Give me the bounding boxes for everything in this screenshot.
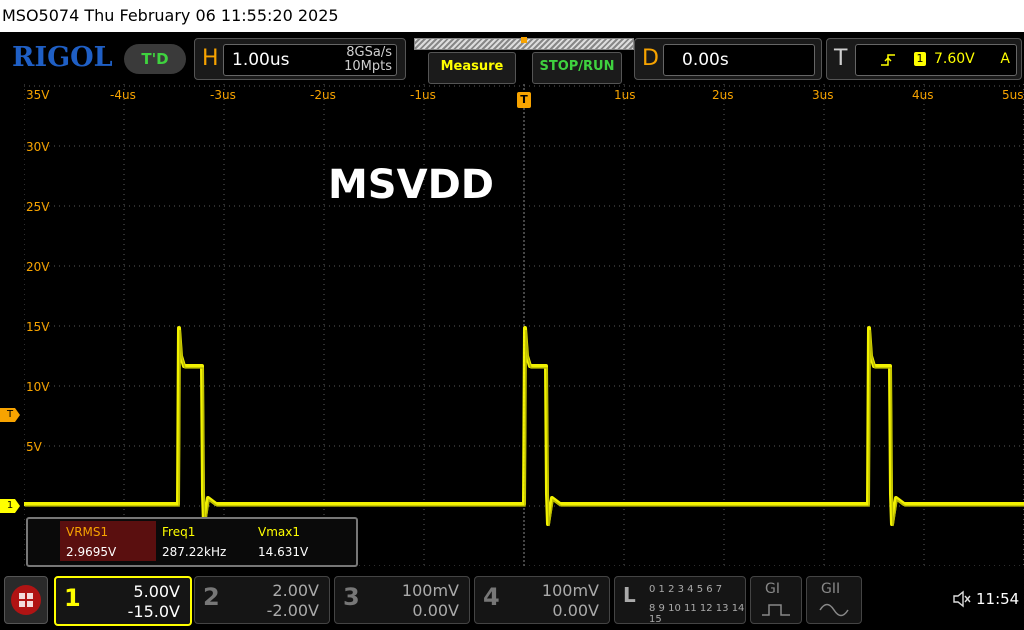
y-label-35: 35V: [26, 88, 50, 102]
trigger-panel[interactable]: T 1 7.60V A: [826, 38, 1022, 80]
x-label-4: 4us: [912, 88, 934, 102]
meas-header-vrms: VRMS1: [66, 525, 109, 539]
trigger-time-marker[interactable]: T: [517, 92, 531, 108]
channel1-scale: 5.00V: [133, 582, 180, 601]
trigger-level-marker[interactable]: T: [0, 408, 20, 422]
channel1-panel[interactable]: 1 5.00V -15.0V: [54, 576, 192, 626]
triggered-badge: T'D: [124, 44, 186, 74]
decode2-label: GII: [821, 581, 841, 597]
decode1-label: GI: [765, 581, 780, 597]
x-label-m1: -1us: [410, 88, 436, 102]
waveform-display[interactable]: 35V 30V 25V 20V 15V 10V 5V -4us -3us -2u…: [24, 84, 1024, 566]
waveform-label: MSVDD: [328, 162, 494, 208]
x-label-m4: -4us: [110, 88, 136, 102]
x-label-3: 3us: [812, 88, 834, 102]
channel1-waveform: [24, 326, 1024, 527]
channel2-offset: -2.00V: [266, 601, 319, 620]
meas-value-freq: 287.22kHz: [162, 545, 227, 559]
trigger-level: 7.60V: [934, 51, 975, 67]
status-title: MSO5074 Thu February 06 11:55:20 2025: [2, 6, 339, 25]
top-toolbar: RIGOL T'D H 1.00us 8GSa/s 10Mpts Measure…: [0, 32, 1024, 84]
y-label-20: 20V: [26, 260, 50, 274]
memory-depth: 10Mpts: [344, 59, 392, 74]
measure-button[interactable]: Measure: [428, 52, 516, 84]
rising-edge-icon: [881, 54, 895, 66]
y-label-30: 30V: [26, 140, 50, 154]
timebase-box[interactable]: 1.00us 8GSa/s 10Mpts: [223, 44, 397, 76]
channel3-panel[interactable]: 3 100mV 0.00V: [334, 576, 470, 624]
delay-panel[interactable]: D 0.00s: [634, 38, 822, 80]
trigger-mode: A: [1000, 51, 1010, 67]
channel2-scale: 2.00V: [272, 581, 319, 600]
channel4-number: 4: [483, 583, 500, 611]
rigol-logo: RIGOL: [12, 42, 113, 73]
logic-panel[interactable]: L 0 1 2 3 4 5 6 7 8 9 10 11 12 13 14 15: [614, 576, 746, 625]
trigger-letter: T: [834, 46, 848, 71]
logic-channels-row1: 0 1 2 3 4 5 6 7: [649, 584, 723, 595]
y-label-5: 5V: [26, 440, 42, 454]
x-label-m3: -3us: [210, 88, 236, 102]
channel4-offset: 0.00V: [552, 601, 599, 620]
pulse-icon: [762, 604, 790, 616]
sine-icon: [819, 603, 849, 617]
channel1-ground-marker[interactable]: 1: [0, 499, 20, 513]
channel2-number: 2: [203, 583, 220, 611]
trigger-position-marker: [521, 37, 527, 43]
channel2-panel[interactable]: 2 2.00V -2.00V: [194, 576, 330, 624]
y-label-15: 15V: [26, 320, 50, 334]
trigger-source-badge: 1: [914, 52, 926, 66]
timebase-value: 1.00us: [232, 50, 290, 70]
speaker-mute-icon[interactable]: [952, 590, 972, 608]
channel4-scale: 100mV: [541, 581, 599, 600]
channel3-number: 3: [343, 583, 360, 611]
delay-box[interactable]: 0.00s: [663, 44, 815, 76]
channel3-offset: 0.00V: [412, 601, 459, 620]
x-label-5: 5us: [1002, 88, 1024, 102]
bottom-toolbar: 1 5.00V -15.0V 2 2.00V -2.00V 3 100mV 0.…: [0, 568, 1024, 630]
delay-letter: D: [642, 46, 659, 71]
x-label-1: 1us: [614, 88, 636, 102]
meas-value-vmax: 14.631V: [258, 545, 309, 559]
sample-rate: 8GSa/s: [346, 45, 392, 60]
x-label-m2: -2us: [310, 88, 336, 102]
decode2-button[interactable]: GII: [806, 576, 862, 624]
status-bar: MSO5074 Thu February 06 11:55:20 2025: [0, 0, 1024, 32]
x-label-2: 2us: [712, 88, 734, 102]
menu-button[interactable]: [4, 576, 48, 624]
y-label-25: 25V: [26, 200, 50, 214]
channel1-number: 1: [64, 584, 81, 612]
meas-value-vrms: 2.9695V: [66, 545, 117, 559]
channel3-scale: 100mV: [401, 581, 459, 600]
delay-value: 0.00s: [682, 50, 729, 70]
waveform-position-bar[interactable]: [414, 37, 634, 50]
meas-header-freq: Freq1: [162, 525, 196, 539]
logic-channels-row2: 8 9 10 11 12 13 14 15: [649, 603, 745, 625]
logic-letter: L: [623, 583, 636, 607]
channel4-panel[interactable]: 4 100mV 0.00V: [474, 576, 610, 624]
stop-run-button[interactable]: STOP/RUN: [532, 52, 622, 84]
channel1-offset: -15.0V: [127, 602, 180, 621]
y-label-10: 10V: [26, 380, 50, 394]
measurement-panel[interactable]: VRMS1 Freq1 Vmax1 2.9695V 287.22kHz 14.6…: [26, 517, 358, 567]
trigger-box[interactable]: 1 7.60V A: [855, 44, 1017, 76]
grid-menu-icon: [11, 585, 41, 615]
meas-header-vmax: Vmax1: [258, 525, 300, 539]
horizontal-letter: H: [202, 46, 219, 71]
clock: 11:54: [976, 590, 1020, 608]
decode1-button[interactable]: GI: [750, 576, 802, 624]
horizontal-panel[interactable]: H 1.00us 8GSa/s 10Mpts: [194, 38, 406, 80]
